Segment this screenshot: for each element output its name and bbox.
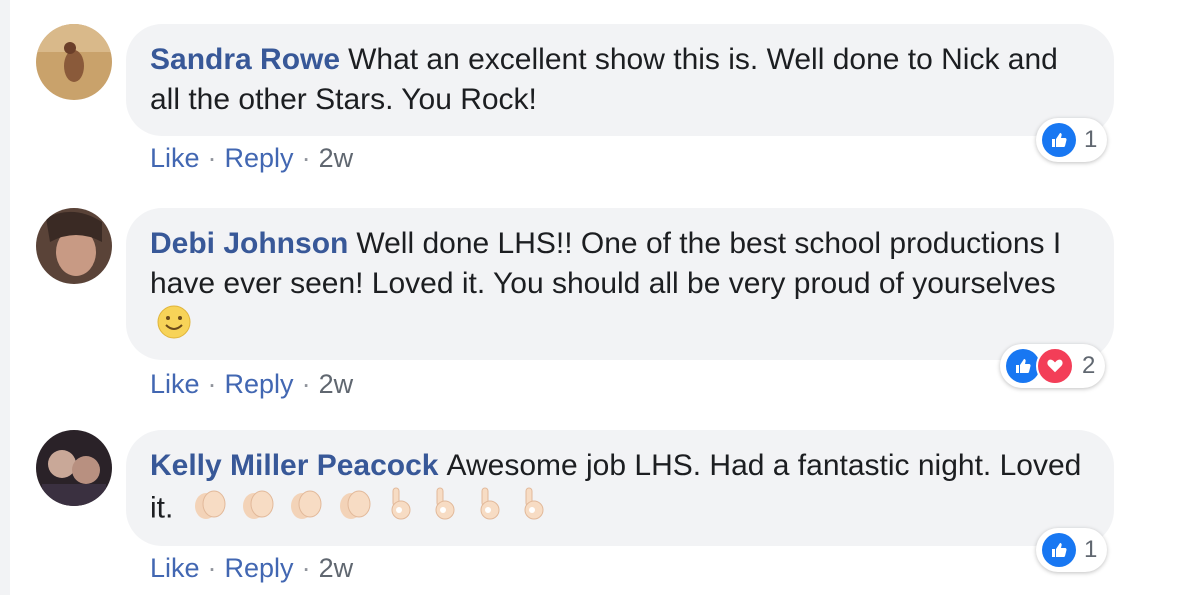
clap-emoji [286,486,326,533]
ok-hand-emoji [516,486,552,533]
comment-author[interactable]: Sandra Rowe [150,43,340,76]
reaction-summary[interactable]: 2 [1000,344,1106,388]
comment-actions: Like · Reply · 2w [150,143,353,174]
comment-bubble: Debi Johnson Well done LHS!! One of the b… [126,208,1114,360]
like-link[interactable]: Like [150,143,200,173]
timestamp[interactable]: 2w [319,553,354,583]
like-link[interactable]: Like [150,369,200,399]
comment-author[interactable]: Kelly Miller Peacock [150,449,439,482]
timestamp[interactable]: 2w [319,143,354,173]
comment-bubble: Kelly Miller Peacock Awesome job LHS. Had… [126,430,1114,546]
reaction-summary[interactable]: 1 [1036,528,1108,572]
comment-actions: Like · Reply · 2w [150,553,353,584]
reaction-count: 1 [1084,126,1098,153]
ok-hand-emoji [472,486,508,533]
separator-dot: · [207,143,217,173]
clap-emoji [190,486,230,533]
separator-dot: · [207,369,217,399]
comment-author[interactable]: Debi Johnson [150,227,348,260]
separator-dot: · [301,369,311,399]
reply-link[interactable]: Reply [225,369,294,399]
separator-dot: · [301,553,311,583]
reply-link[interactable]: Reply [225,143,294,173]
ok-hand-emoji [427,486,463,533]
like-link[interactable]: Like [150,553,200,583]
separator-dot: · [301,143,311,173]
smiley-emoji [156,304,192,351]
reply-link[interactable]: Reply [225,553,294,583]
like-icon [1042,123,1076,157]
timestamp[interactable]: 2w [319,369,354,399]
avatar[interactable] [36,24,112,100]
clap-emoji [335,486,375,533]
comment-bubble: Sandra Rowe What an excellent show this i… [126,24,1114,136]
separator-dot: · [207,553,217,583]
reaction-summary[interactable]: 1 [1036,118,1108,162]
reaction-count: 2 [1082,352,1096,379]
avatar[interactable] [36,208,112,284]
love-icon [1036,347,1074,385]
avatar[interactable] [36,430,112,506]
like-icon [1042,533,1076,567]
left-edge-strip [0,0,10,595]
comment-actions: Like · Reply · 2w [150,369,353,400]
emoji-row [190,487,552,524]
ok-hand-emoji [383,486,419,533]
clap-emoji [238,486,278,533]
like-icon [1006,349,1040,383]
reaction-count: 1 [1084,536,1098,563]
